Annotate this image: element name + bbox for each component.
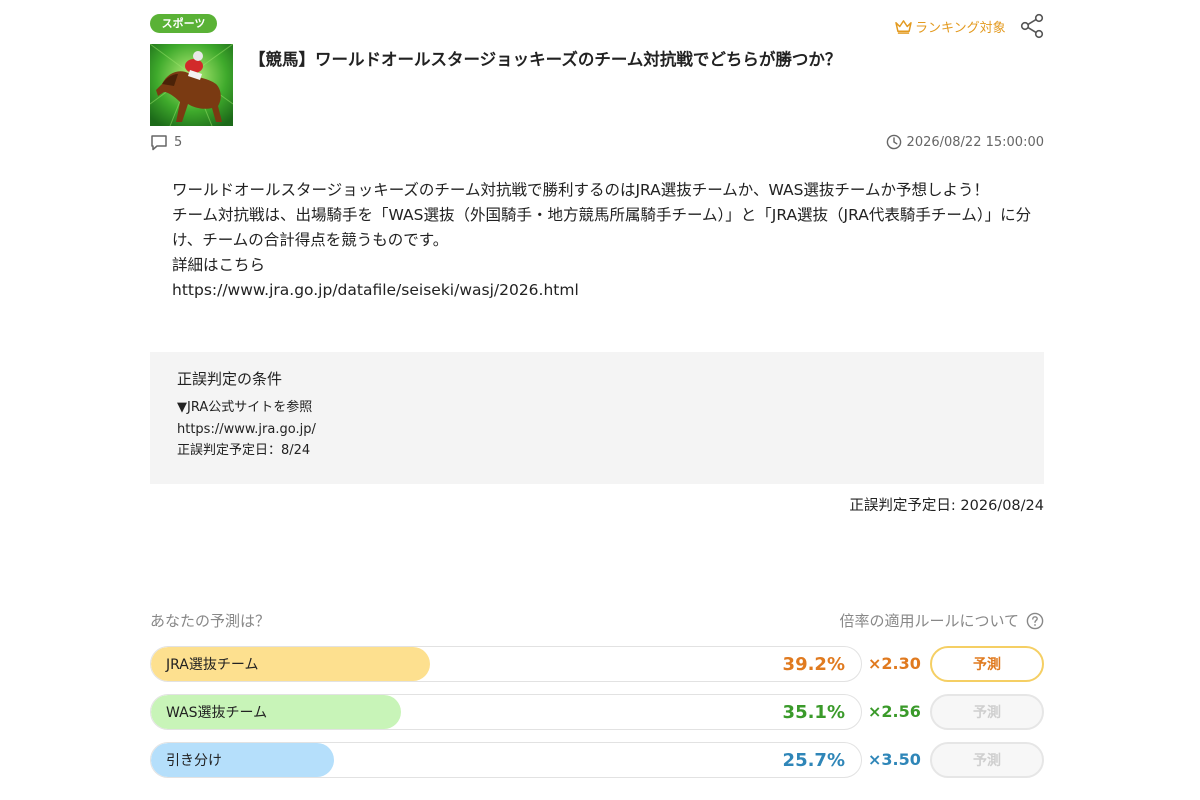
option-percent: 35.1% [782,702,845,723]
comment-icon [151,134,167,150]
conditions-date: 正誤判定予定日：8/24 [177,443,311,458]
option-odds: ×3.50 [868,750,921,769]
prediction-option: WAS選抜チーム 35.1% ×2.56 予測 [150,694,1044,730]
ranking-target: ランキング対象 [895,16,1006,36]
question-title: 【競馬】ワールドオールスタージョッキーズのチーム対抗戦でどちらが勝つか？ [249,50,842,69]
description-detail-url[interactable]: https://www.jra.go.jp/datafile/seiseki/w… [172,278,1032,303]
option-label: JRA選抜チーム [166,657,259,673]
predict-button[interactable]: 予測 [930,742,1044,778]
ranking-label: ランキング対象 [915,20,1006,36]
option-bar: 引き分け 25.7% [150,742,862,778]
judgement-conditions: 正誤判定の条件 ▼JRA公式サイトを参照 https://www.jra.go.… [150,352,1044,484]
judgement-date: 正誤判定予定日: 2026/08/24 [849,498,1044,514]
option-odds: ×2.56 [868,702,921,721]
predict-button[interactable]: 予測 [930,694,1044,730]
help-icon [1026,612,1044,629]
comment-count[interactable]: 5 [150,132,182,152]
option-percent: 39.2% [782,654,845,675]
crown-icon [895,19,912,34]
odds-rule-link[interactable]: 倍率の適用ルールについて [839,610,1044,631]
horse-racing-thumbnail [150,44,233,126]
description-intro: ワールドオールスタージョッキーズのチーム対抗戦で勝利するのはJRA選抜チームか、… [172,181,989,199]
description: ワールドオールスタージョッキーズのチーム対抗戦で勝利するのはJRA選抜チームか、… [172,178,1032,303]
category-badge[interactable]: スポーツ [150,14,217,33]
option-bar: JRA選抜チーム 39.2% [150,646,862,682]
deadline-datetime: 2026/08/22 15:00:00 [886,132,1044,152]
description-detail-label: 詳細はこちら [172,256,266,274]
clock-icon [886,134,901,150]
comment-count-value: 5 [174,134,183,150]
share-icon[interactable] [1019,13,1045,39]
predict-prompt: あなたの予測は？ [150,612,271,630]
option-label: WAS選抜チーム [166,705,268,721]
option-label: 引き分け [166,753,222,769]
predict-button[interactable]: 予測 [930,646,1044,682]
odds-rule-label: 倍率の適用ルールについて [839,612,1019,630]
option-bar: WAS選抜チーム 35.1% [150,694,862,730]
prediction-option: JRA選抜チーム 39.2% ×2.30 予測 [150,646,1044,682]
prediction-option: 引き分け 25.7% ×3.50 予測 [150,742,1044,778]
conditions-source: ▼JRA公式サイトを参照 [177,400,313,415]
option-odds: ×2.30 [868,654,921,673]
option-percent: 25.7% [782,750,845,771]
conditions-url[interactable]: https://www.jra.go.jp/ [177,419,1017,441]
datetime-value: 2026/08/22 15:00:00 [906,134,1044,150]
description-rules: チーム対抗戦は、出場騎手を「WAS選抜（外国騎手・地方競馬所属騎手チーム）」と「… [172,206,1032,249]
conditions-title: 正誤判定の条件 [177,370,283,388]
